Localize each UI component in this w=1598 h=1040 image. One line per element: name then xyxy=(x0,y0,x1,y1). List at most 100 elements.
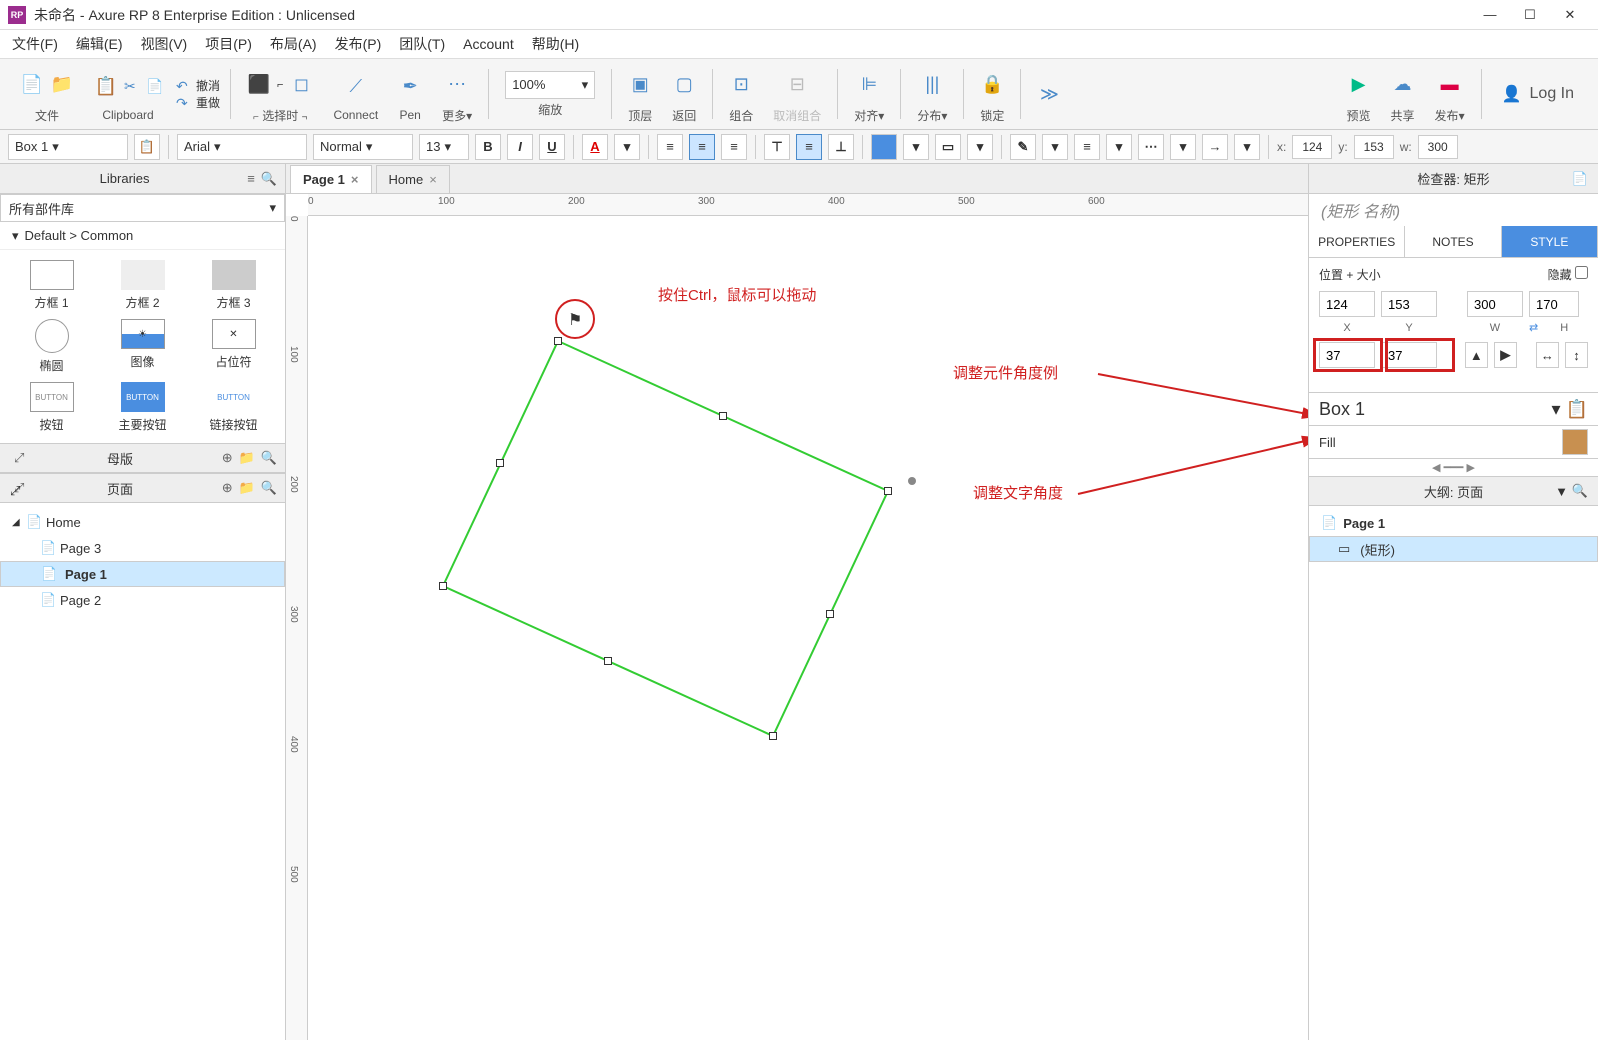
close-icon[interactable]: × xyxy=(429,172,437,187)
valign-mid-button[interactable]: ≡ xyxy=(796,134,822,160)
size-select[interactable]: 13▾ xyxy=(419,134,469,160)
italic-button[interactable]: I xyxy=(507,134,533,160)
handle-l[interactable] xyxy=(496,459,504,467)
cut-icon[interactable]: ✂ xyxy=(124,78,140,94)
new-file-icon[interactable]: 📄 xyxy=(20,73,44,97)
handle-br[interactable] xyxy=(769,732,777,740)
w-input[interactable]: 300 xyxy=(1418,135,1458,159)
x-input[interactable]: 124 xyxy=(1292,135,1332,159)
note-icon[interactable]: 📄 xyxy=(1572,171,1588,187)
font-select[interactable]: Arial▾ xyxy=(177,134,307,160)
masters-add-icon[interactable]: ⊕ xyxy=(222,450,233,466)
tree-page1[interactable]: 📄Page 1 xyxy=(0,561,285,587)
masters-folder-icon[interactable]: 📁 xyxy=(239,450,255,466)
valign-bot-button[interactable]: ⊥ xyxy=(828,134,854,160)
lock-aspect-icon[interactable]: ⇄ xyxy=(1529,321,1538,334)
zoom-select[interactable]: 100%▾ xyxy=(505,71,595,99)
handle-tr[interactable] xyxy=(884,487,892,495)
align-icon[interactable]: ⊫ xyxy=(857,73,881,97)
lock-icon[interactable]: 🔒 xyxy=(980,73,1004,97)
close-icon[interactable]: × xyxy=(351,172,359,187)
handle-t[interactable] xyxy=(719,412,727,420)
valign-top-button[interactable]: ⊤ xyxy=(764,134,790,160)
ungroup-icon[interactable]: ⊟ xyxy=(785,73,809,97)
align-label[interactable]: 对齐▾ xyxy=(854,107,884,124)
align-center-button[interactable]: ≡ xyxy=(689,134,715,160)
widget-primary-button[interactable]: BUTTON主要按钮 xyxy=(101,382,184,433)
menu-view[interactable]: 视图(V) xyxy=(141,34,188,54)
pages-search-icon[interactable]: 🔍 xyxy=(261,480,277,496)
autofit-h-icon[interactable]: ↕ xyxy=(1565,342,1588,368)
pages-add-icon[interactable]: ⊕ xyxy=(222,480,233,496)
preview-icon[interactable]: ▶ xyxy=(1347,73,1371,97)
insp-x-input[interactable] xyxy=(1319,291,1375,317)
undo-icon[interactable]: ↶ xyxy=(176,78,192,94)
scroll-indicator[interactable]: ◀ ━━━ ▶ xyxy=(1309,458,1598,476)
underline-button[interactable]: U xyxy=(539,134,565,160)
insp-y-input[interactable] xyxy=(1381,291,1437,317)
group-icon[interactable]: ⊡ xyxy=(729,73,753,97)
bold-button[interactable]: B xyxy=(475,134,501,160)
login-button[interactable]: 👤Log In xyxy=(1488,84,1588,104)
fill-color-button[interactable] xyxy=(1562,429,1588,455)
menu-publish[interactable]: 发布(P) xyxy=(335,34,382,54)
masters-search-icon[interactable]: 🔍 xyxy=(261,450,277,466)
close-button[interactable]: ✕ xyxy=(1550,1,1590,29)
widget-name-input[interactable]: (矩形 名称) xyxy=(1309,194,1598,226)
line-weight-dd[interactable]: ▾ xyxy=(1106,134,1132,160)
line-style-button[interactable]: ⋯ xyxy=(1138,134,1164,160)
handle-b[interactable] xyxy=(604,657,612,665)
overflow-icon[interactable]: ≫ xyxy=(1037,82,1061,106)
outline-page1[interactable]: 📄Page 1 xyxy=(1309,510,1598,536)
menu-arrange[interactable]: 布局(A) xyxy=(270,34,317,54)
autofit-w-icon[interactable]: ↔ xyxy=(1536,342,1559,368)
line-color-button[interactable]: ✎ xyxy=(1010,134,1036,160)
tab-notes[interactable]: NOTES xyxy=(1405,226,1501,257)
menu-project[interactable]: 项目(P) xyxy=(205,34,252,54)
outline-search-icon[interactable]: 🔍 xyxy=(1572,483,1588,499)
menu-edit[interactable]: 编辑(E) xyxy=(76,34,123,54)
redo-icon[interactable]: ↷ xyxy=(176,95,192,111)
select-icon[interactable]: ⬛ xyxy=(247,73,271,97)
widget-link-button[interactable]: BUTTON链接按钮 xyxy=(192,382,275,433)
widget-image[interactable]: ☀图像 xyxy=(101,319,184,374)
widget-box3[interactable]: 方框 3 xyxy=(192,260,275,311)
align-left-button[interactable]: ≡ xyxy=(657,134,683,160)
distribute-icon[interactable]: ||| xyxy=(920,73,944,97)
lib-search-icon[interactable]: 🔍 xyxy=(261,171,277,187)
masters-collapse-icon[interactable]: ⤢ xyxy=(14,450,24,466)
lib-menu-icon[interactable]: ≡ xyxy=(247,171,255,186)
insp-h-input[interactable] xyxy=(1529,291,1579,317)
y-input[interactable]: 153 xyxy=(1354,135,1394,159)
menu-help[interactable]: 帮助(H) xyxy=(532,34,579,54)
select2-icon[interactable]: ◻ xyxy=(289,73,313,97)
border-dd[interactable]: ▾ xyxy=(967,134,993,160)
widget-box2[interactable]: 方框 2 xyxy=(101,260,184,311)
more-label[interactable]: 更多▾ xyxy=(442,107,472,124)
front-icon[interactable]: ▣ xyxy=(628,73,652,97)
canvas-area[interactable]: 0 100 200 300 400 500 600 0 100 200 300 … xyxy=(286,194,1308,1040)
connect-icon[interactable]: ⟋ xyxy=(344,74,368,98)
widget-box1[interactable]: 方框 1 xyxy=(10,260,93,311)
style-icon[interactable]: 📋 xyxy=(134,134,160,160)
pages-folder-icon[interactable]: 📁 xyxy=(239,480,255,496)
border-button[interactable]: ▭ xyxy=(935,134,961,160)
open-icon[interactable]: 📁 xyxy=(50,73,74,97)
minimize-button[interactable]: ― xyxy=(1470,1,1510,29)
style-name-select[interactable]: Box 1 ▾ 📋 xyxy=(1309,392,1598,426)
hidden-checkbox[interactable] xyxy=(1575,266,1588,279)
share-icon[interactable]: ☁ xyxy=(1391,73,1415,97)
handle-tl[interactable] xyxy=(554,337,562,345)
align-right-button[interactable]: ≡ xyxy=(721,134,747,160)
tab-page1[interactable]: Page 1× xyxy=(290,165,372,193)
selected-shape[interactable] xyxy=(308,216,1108,916)
outline-filter-icon[interactable]: ▼ xyxy=(1555,484,1568,499)
line-weight-button[interactable]: ≡ xyxy=(1074,134,1100,160)
rotation-handle[interactable] xyxy=(908,477,916,485)
outline-collapse-icon[interactable]: ⤢ xyxy=(10,483,20,499)
text-color-button[interactable]: A xyxy=(582,134,608,160)
library-category[interactable]: ▾Default > Common xyxy=(0,222,285,250)
widget-placeholder[interactable]: ✕占位符 xyxy=(192,319,275,374)
back-icon[interactable]: ▢ xyxy=(672,73,696,97)
handle-bl[interactable] xyxy=(439,582,447,590)
